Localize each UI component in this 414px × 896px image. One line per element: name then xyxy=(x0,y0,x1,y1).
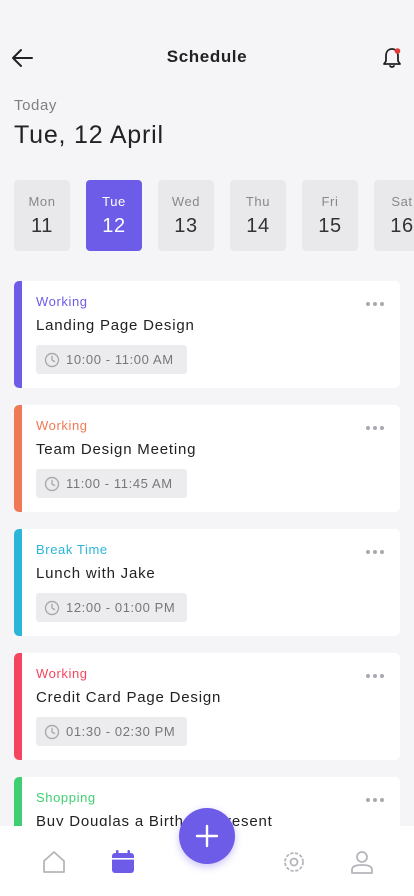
category-color-bar xyxy=(14,281,22,388)
more-options-icon[interactable] xyxy=(366,665,390,678)
more-options-icon[interactable] xyxy=(366,541,390,554)
day-name: Fri xyxy=(321,194,339,209)
home-icon[interactable] xyxy=(40,848,68,876)
clock-icon xyxy=(44,600,60,616)
clock-icon xyxy=(44,476,60,492)
category-color-bar xyxy=(14,529,22,636)
event-time-chip: 12:00 - 01:00 PM xyxy=(36,593,187,622)
day-name: Sat xyxy=(391,194,413,209)
add-event-button[interactable] xyxy=(179,808,235,864)
event-category: Shopping xyxy=(36,790,96,805)
event-time: 01:30 - 02:30 PM xyxy=(66,724,176,739)
current-date: Tue, 12 April xyxy=(14,121,164,149)
day-name: Thu xyxy=(245,194,271,209)
event-time: 11:00 - 11:45 AM xyxy=(66,476,173,491)
calendar-icon[interactable] xyxy=(109,848,137,876)
event-title: Credit Card Page Design xyxy=(36,689,222,706)
settings-icon[interactable] xyxy=(280,848,308,876)
day-mon[interactable]: Mon 11 xyxy=(14,180,70,251)
day-selector: Mon 11 Tue 12 Wed 13 Thu 14 Fri 15 Sat 1… xyxy=(14,180,414,252)
event-time-chip: 10:00 - 11:00 AM xyxy=(36,345,187,374)
day-number: 14 xyxy=(246,215,270,237)
day-number: 16 xyxy=(390,215,414,237)
day-name: Tue xyxy=(102,194,126,209)
day-number: 12 xyxy=(102,215,126,237)
event-time-chip: 01:30 - 02:30 PM xyxy=(36,717,187,746)
event-title: Landing Page Design xyxy=(36,317,195,334)
event-category: Working xyxy=(36,418,88,433)
day-thu[interactable]: Thu 14 xyxy=(230,180,286,251)
today-label: Today xyxy=(14,97,58,114)
clock-icon xyxy=(44,724,60,740)
clock-icon xyxy=(44,352,60,368)
event-category: Working xyxy=(36,294,88,309)
profile-icon[interactable] xyxy=(348,848,376,876)
day-tue-selected[interactable]: Tue 12 xyxy=(86,180,142,251)
page-title: Schedule xyxy=(166,47,248,66)
notification-bell-icon[interactable] xyxy=(380,46,404,70)
day-number: 11 xyxy=(31,215,53,237)
more-options-icon[interactable] xyxy=(366,293,390,306)
day-name: Wed xyxy=(171,194,201,209)
category-color-bar xyxy=(14,405,22,512)
event-card[interactable]: Working Credit Card Page Design 01:30 - … xyxy=(14,653,400,760)
event-title: Team Design Meeting xyxy=(36,441,197,458)
event-time: 10:00 - 11:00 AM xyxy=(66,352,174,367)
event-category: Working xyxy=(36,666,88,681)
category-color-bar xyxy=(14,653,22,760)
event-time: 12:00 - 01:00 PM xyxy=(66,600,176,615)
event-card[interactable]: Break Time Lunch with Jake 12:00 - 01:00… xyxy=(14,529,400,636)
event-category: Break Time xyxy=(36,542,108,557)
more-options-icon[interactable] xyxy=(366,417,390,430)
day-number: 13 xyxy=(174,215,198,237)
day-sat[interactable]: Sat 16 xyxy=(374,180,414,251)
day-wed[interactable]: Wed 13 xyxy=(158,180,214,251)
event-time-chip: 11:00 - 11:45 AM xyxy=(36,469,187,498)
day-number: 15 xyxy=(318,215,342,237)
event-card[interactable]: Working Landing Page Design 10:00 - 11:0… xyxy=(14,281,400,388)
plus-icon xyxy=(195,824,219,848)
event-title: Lunch with Jake xyxy=(36,565,156,582)
top-bar: Schedule xyxy=(0,0,414,100)
more-options-icon[interactable] xyxy=(366,789,390,802)
event-card[interactable]: Working Team Design Meeting 11:00 - 11:4… xyxy=(14,405,400,512)
day-name: Mon xyxy=(28,194,56,209)
day-fri[interactable]: Fri 15 xyxy=(302,180,358,251)
